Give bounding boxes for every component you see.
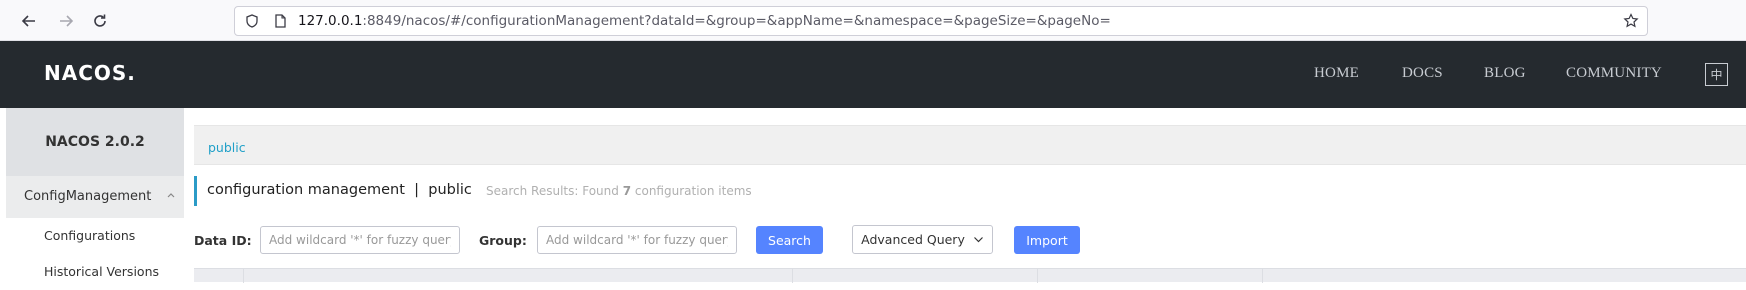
sidebar-title: NACOS 2.0.2 bbox=[6, 108, 184, 176]
sidebar-item-label: Configurations bbox=[44, 228, 136, 243]
data-id-input[interactable] bbox=[260, 226, 460, 254]
config-table-header bbox=[194, 268, 1746, 283]
forward-icon[interactable] bbox=[54, 9, 78, 33]
url-path: :8849/nacos/#/configurationManagement?da… bbox=[362, 13, 1111, 29]
namespace-bar: public bbox=[194, 125, 1746, 165]
nav-blog[interactable]: BLOG bbox=[1484, 65, 1526, 82]
advanced-query-button[interactable]: Advanced Query bbox=[852, 225, 993, 254]
chevron-up-icon bbox=[167, 193, 175, 198]
title-accent-bar bbox=[194, 176, 197, 206]
tracking-shield-icon[interactable] bbox=[245, 14, 259, 28]
bookmark-star-icon[interactable] bbox=[1623, 13, 1639, 29]
url-text[interactable]: 127.0.0.1:8849/nacos/#/configurationMana… bbox=[298, 13, 1111, 29]
url-host: 127.0.0.1 bbox=[298, 13, 363, 29]
search-result-suffix: configuration items bbox=[634, 184, 752, 198]
search-result-prefix: Search Results: Found bbox=[486, 184, 619, 198]
column-separator bbox=[792, 269, 793, 283]
sidebar-item-configurations[interactable]: Configurations bbox=[6, 218, 184, 254]
page-info-icon[interactable] bbox=[273, 14, 287, 28]
page-title: configuration management | public bbox=[207, 182, 472, 198]
nav-docs[interactable]: DOCS bbox=[1402, 65, 1443, 82]
language-toggle-button[interactable]: 中 bbox=[1705, 63, 1728, 86]
chevron-down-icon bbox=[973, 237, 983, 243]
group-label: Group: bbox=[479, 233, 527, 248]
advanced-query-label: Advanced Query bbox=[861, 232, 965, 247]
nav-home[interactable]: HOME bbox=[1314, 65, 1359, 82]
column-separator bbox=[243, 269, 244, 283]
sidebar: NACOS 2.0.2 ConfigManagement Configurati… bbox=[6, 108, 184, 290]
sidebar-group-config-management[interactable]: ConfigManagement bbox=[6, 176, 184, 218]
column-separator bbox=[1262, 269, 1263, 283]
reload-icon[interactable] bbox=[88, 9, 112, 33]
sidebar-item-historical-versions[interactable]: Historical Versions bbox=[6, 254, 184, 290]
data-id-label: Data ID: bbox=[194, 233, 252, 248]
nacos-logo[interactable]: NACOS. bbox=[44, 61, 136, 85]
back-icon[interactable] bbox=[17, 9, 41, 33]
sidebar-item-label: Historical Versions bbox=[44, 264, 160, 279]
search-result-summary: Search Results: Found 7 configuration it… bbox=[486, 184, 752, 198]
namespace-link-public[interactable]: public bbox=[208, 140, 246, 155]
column-separator bbox=[1037, 269, 1038, 283]
sidebar-group-label: ConfigManagement bbox=[24, 189, 152, 204]
import-button[interactable]: Import bbox=[1014, 226, 1080, 254]
search-button[interactable]: Search bbox=[756, 226, 823, 254]
browser-toolbar: 127.0.0.1:8849/nacos/#/configurationMana… bbox=[0, 0, 1746, 41]
app-header: NACOS. HOME DOCS BLOG COMMUNITY 中 bbox=[0, 41, 1746, 108]
search-result-count: 7 bbox=[622, 184, 632, 198]
url-bar[interactable]: 127.0.0.1:8849/nacos/#/configurationMana… bbox=[234, 6, 1648, 36]
group-input[interactable] bbox=[537, 226, 737, 254]
nav-community[interactable]: COMMUNITY bbox=[1566, 65, 1662, 82]
